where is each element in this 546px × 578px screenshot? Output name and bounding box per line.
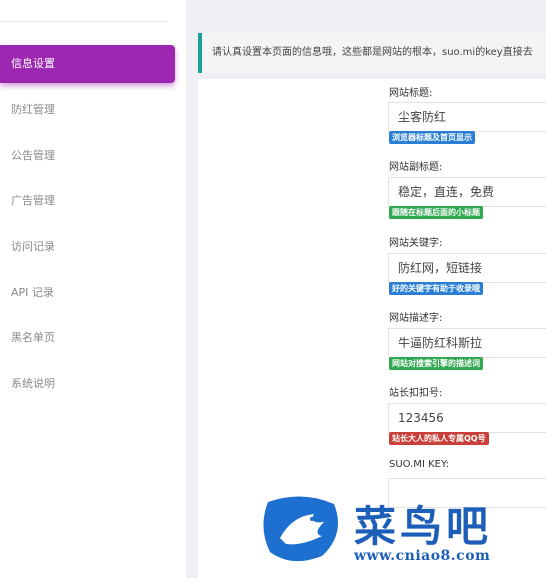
admin-qq-hint: 站长大人的私人专属QQ号: [389, 432, 489, 445]
site-subtitle-label: 网站副标题:: [389, 162, 443, 173]
watermark-name: 菜鸟吧: [354, 502, 493, 551]
site-keywords-hint: 好的关键字有助于收录哦: [389, 282, 483, 295]
sidebar-item-anti-red[interactable]: 防红管理: [0, 91, 175, 129]
sidebar-item-info-settings[interactable]: 信息设置: [0, 45, 175, 83]
sidebar-item-announcements[interactable]: 公告管理: [0, 137, 175, 175]
sidebar-item-ads[interactable]: 广告管理: [0, 182, 175, 220]
site-description-input[interactable]: 牛逼防红科斯拉: [388, 328, 546, 358]
site-description-label: 网站描述字:: [389, 313, 443, 324]
sidebar-item-api-log[interactable]: API 记录: [0, 274, 175, 312]
site-subtitle-input[interactable]: 稳定，直连，免费: [388, 177, 546, 207]
site-title-input[interactable]: 尘客防红: [388, 102, 546, 132]
site-description-hint: 网站对搜索引擎的描述词: [389, 357, 483, 370]
site-keywords-input[interactable]: 防红网，短链接: [388, 253, 546, 283]
sidebar-item-visit-log[interactable]: 访问记录: [0, 228, 175, 266]
bird-logo-icon: [263, 496, 338, 562]
sidebar-item-blacklist-page[interactable]: 黑名单页: [0, 319, 175, 357]
notice-banner: 请认真设置本页面的信息哦，这些都是网站的根本，suo.mi的key直接去: [198, 33, 546, 73]
site-keywords-label: 网站关键字:: [389, 238, 443, 249]
watermark-url: www.cniao8.com: [354, 548, 491, 564]
watermark: 菜鸟吧 www.cniao8.com: [262, 488, 546, 578]
sidebar-divider: [0, 21, 168, 22]
site-title-hint: 浏览器标题及首页显示: [389, 131, 475, 144]
admin-qq-input[interactable]: 123456: [388, 403, 546, 433]
site-title-label: 网站标题:: [389, 88, 433, 99]
suomi-key-label: SUO.MI KEY:: [389, 459, 450, 470]
site-subtitle-hint: 跟随在标题后面的小标题: [389, 206, 483, 219]
sidebar-item-system-notes[interactable]: 系统说明: [0, 365, 175, 403]
sidebar: 信息设置 防红管理 公告管理 广告管理 访问记录 API 记录 黑名单页 系统说…: [0, 0, 186, 578]
admin-qq-label: 站长扣扣号:: [389, 388, 443, 399]
